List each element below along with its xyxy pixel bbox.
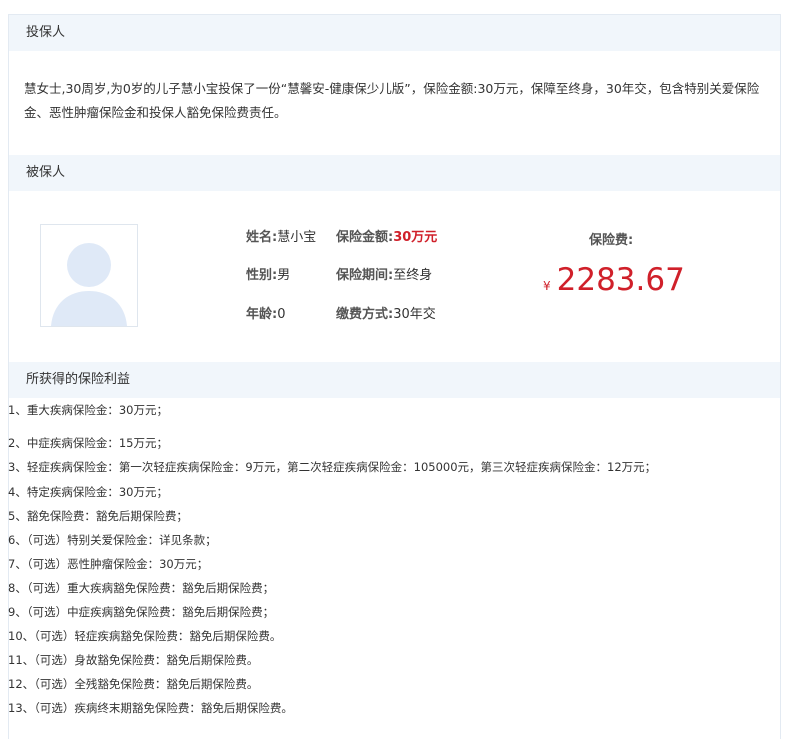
list-item: 13、（可选）疾病终末期豁免保险费：豁免后期保险费。 (8, 701, 293, 715)
list-item: 2、中症疾病保险金：15万元； (8, 436, 168, 450)
payment-method: 缴费方式:30年交 (336, 303, 436, 322)
insured-age: 年龄:0 (246, 303, 285, 322)
list-item: 9、（可选）中症疾病豁免保险费：豁免后期保险费； (8, 605, 275, 619)
age-label: 年龄: (246, 307, 278, 322)
period-value: 至终身 (393, 268, 433, 283)
list-item: 6、（可选）特别关爱保险金：详见条款； (8, 533, 217, 547)
premium-amount: ¥2283.67 (543, 262, 685, 298)
insured-header: 被保人 (9, 155, 780, 191)
currency-symbol: ¥ (543, 279, 551, 293)
list-item: 8、（可选）重大疾病豁免保险费：豁免后期保险费； (8, 581, 275, 595)
sum-label: 保险金额: (336, 230, 394, 245)
list-item: 5、豁免保险费：豁免后期保险费； (8, 509, 188, 523)
insured-gender: 性别:男 (246, 264, 290, 283)
sum-insured: 保险金额:30万元 (336, 226, 437, 245)
name-label: 姓名: (246, 230, 278, 245)
policy-summary: 慧女士,30周岁,为0岁的儿子慧小宝投保了一份“慧馨安-健康保少儿版”，保险金额… (24, 81, 760, 120)
sum-value: 30万元 (393, 230, 438, 245)
name-value: 慧小宝 (277, 230, 317, 245)
person-silhouette-icon (51, 243, 127, 326)
list-item: 3、轻症疾病保险金：第一次轻症疾病保险金：9万元，第二次轻症疾病保险金：1050… (8, 460, 657, 474)
gender-value: 男 (277, 268, 291, 283)
coverage-period: 保险期间:至终身 (336, 264, 432, 283)
gender-label: 性别: (246, 268, 278, 283)
payment-label: 缴费方式: (336, 307, 394, 322)
premium-label: 保险费: (589, 233, 634, 248)
list-item: 1、重大疾病保险金：30万元； (8, 403, 168, 417)
list-item: 4、特定疾病保险金：30万元； (8, 485, 168, 499)
list-item: 7、（可选）恶性肿瘤保险金：30万元； (8, 557, 209, 571)
list-item: 12、（可选）全残豁免保险费：豁免后期保险费。 (8, 677, 259, 691)
payment-value: 30年交 (393, 307, 436, 322)
age-value: 0 (277, 307, 286, 322)
list-item: 10、（可选）轻症疾病豁免保险费：豁免后期保险费。 (8, 629, 282, 643)
insured-name: 姓名:慧小宝 (246, 226, 316, 245)
benefits-header: 所获得的保险利益 (9, 362, 780, 398)
period-label: 保险期间: (336, 268, 394, 283)
avatar (40, 224, 138, 327)
list-item: 11、（可选）身故豁免保险费：豁免后期保险费。 (8, 653, 259, 667)
premium-value: 2283.67 (556, 262, 685, 298)
policyholder-header: 投保人 (9, 15, 780, 51)
